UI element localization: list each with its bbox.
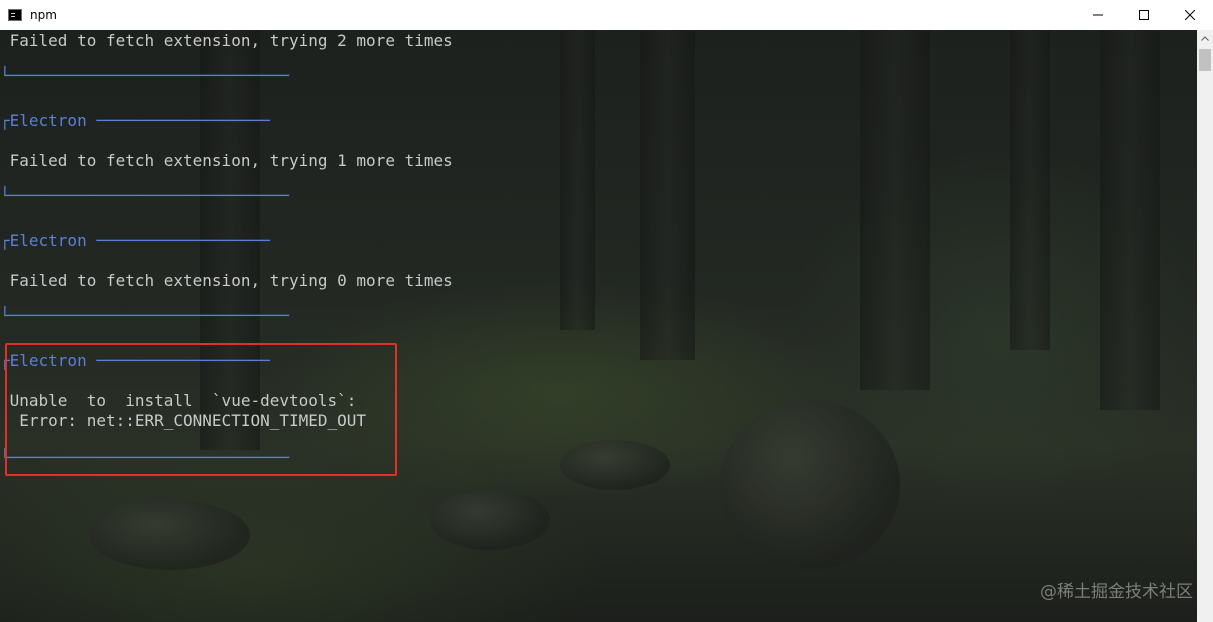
background-rock — [560, 440, 670, 490]
background-rock — [720, 400, 900, 570]
background-tree — [1010, 30, 1050, 350]
scroll-up-button[interactable] — [1197, 30, 1213, 47]
background-tree — [560, 30, 595, 330]
console-window: npm Failed to fetch extension, trying 2 … — [0, 0, 1213, 622]
background-rock — [90, 500, 250, 570]
terminal-text: Failed to fetch extension, trying 2 more… — [0, 30, 453, 467]
terminal-line: Failed to fetch extension, trying 2 more… — [0, 31, 453, 50]
maximize-button[interactable] — [1121, 0, 1167, 30]
maximize-icon — [1139, 10, 1149, 20]
close-button[interactable] — [1167, 0, 1213, 30]
background-rock — [430, 490, 550, 550]
scroll-thumb[interactable] — [1199, 49, 1211, 71]
title-bar[interactable]: npm — [0, 0, 1213, 30]
terminal-line: Failed to fetch extension, trying 1 more… — [0, 151, 453, 170]
background-tree — [640, 30, 695, 360]
terminal-line: Failed to fetch extension, trying 0 more… — [0, 271, 453, 290]
terminal-line: └───────────────────────────── — [0, 66, 289, 85]
background-tree — [1100, 30, 1160, 410]
error-highlight-box — [5, 343, 397, 476]
close-icon — [1185, 10, 1195, 20]
watermark: @稀土掘金技术社区 — [1040, 582, 1193, 602]
terminal-output[interactable]: Failed to fetch extension, trying 2 more… — [0, 30, 1197, 622]
terminal-line: ┌Electron ────────────────── — [0, 111, 270, 130]
window-title: npm — [30, 8, 57, 22]
terminal-line: └───────────────────────────── — [0, 186, 289, 205]
terminal-line: └───────────────────────────── — [0, 306, 289, 325]
window-controls — [1075, 0, 1213, 30]
console-app-icon — [8, 9, 22, 21]
terminal-line: ┌Electron ────────────────── — [0, 231, 270, 250]
vertical-scrollbar[interactable] — [1197, 30, 1213, 622]
minimize-icon — [1093, 14, 1103, 16]
background-tree — [860, 30, 930, 390]
minimize-button[interactable] — [1075, 0, 1121, 30]
chevron-up-icon — [1201, 36, 1209, 41]
